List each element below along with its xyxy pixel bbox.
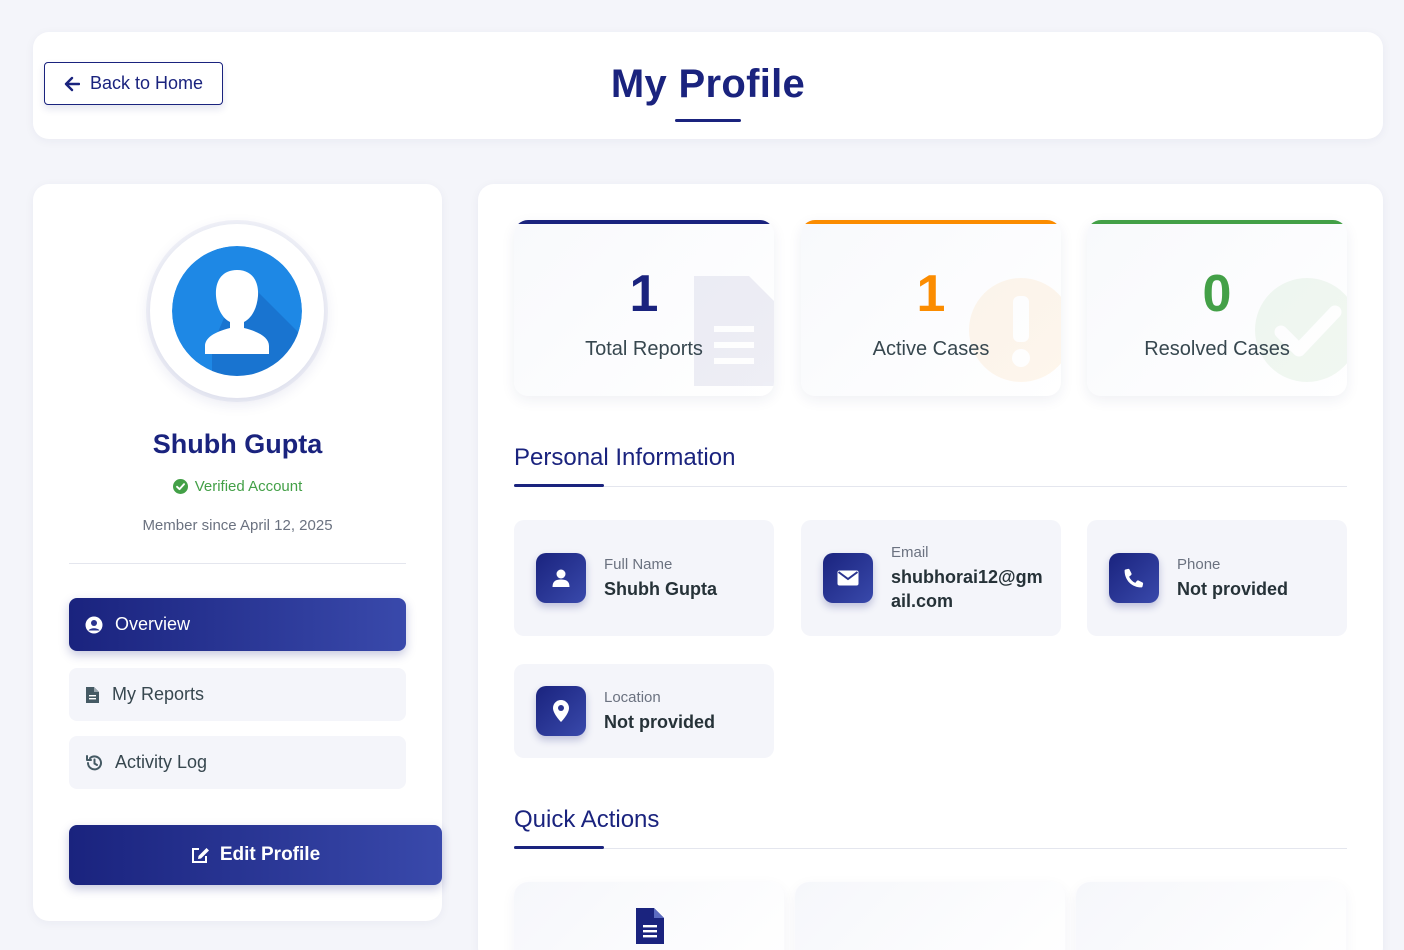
avatar [150,224,324,398]
profile-main-panel: 1 Total Reports 1 Active Cases 0 Resolve… [478,184,1383,950]
file-icon [636,908,664,944]
profile-sidebar: Shubh Gupta Verified Account Member sinc… [33,184,442,921]
field-value: Shubh Gupta [604,578,717,599]
field-value: shubhorai12@gmail.com [891,566,1043,611]
info-card-email: Email shubhorai12@gmail.com [801,520,1061,636]
info-card-full-name: Full Name Shubh Gupta [514,520,774,636]
user-circle-icon [85,616,103,633]
section-divider [514,486,1347,487]
sidebar-item-activity-log[interactable]: Activity Log [69,736,406,789]
stat-value: 1 [629,265,659,323]
stat-card-active-cases: 1 Active Cases [801,220,1061,396]
sidebar-item-label: Overview [115,614,191,634]
stat-card-resolved-cases: 0 Resolved Cases [1087,220,1347,396]
user-icon [536,553,586,603]
quick-actions-title: Quick Actions [514,806,660,833]
stat-label: Active Cases [872,338,990,360]
sidebar-divider [69,563,406,564]
field-label: Phone [1177,555,1221,573]
user-name: Shubh Gupta [152,429,323,459]
title-underline [675,119,741,122]
field-label: Location [604,688,661,706]
verified-badge: Verified Account [33,478,442,495]
personal-info-title: Personal Information [514,444,736,471]
field-label: Email [891,543,929,561]
field-value: Not provided [604,711,715,732]
verified-label: Verified Account [194,478,303,495]
info-card-phone: Phone Not provided [1087,520,1347,636]
edit-icon [191,847,209,863]
field-label: Full Name [604,555,673,573]
page-title: My Profile [610,62,806,106]
envelope-icon [823,553,873,603]
edit-profile-label: Edit Profile [219,844,321,865]
stat-value: 0 [1202,265,1232,323]
stat-value: 1 [916,265,946,323]
section-accent [514,846,604,849]
info-card-location: Location Not provided [514,664,774,758]
section-accent [514,484,604,487]
sidebar-item-my-reports[interactable]: My Reports [69,668,406,721]
user-avatar-icon [172,246,302,376]
stat-label: Total Reports [585,338,703,360]
stat-label: Resolved Cases [1144,338,1290,360]
edit-profile-button[interactable]: Edit Profile [69,825,442,885]
location-pin-icon [536,686,586,736]
sidebar-item-label: My Reports [112,684,205,704]
quick-action-card[interactable] [795,882,1065,950]
stat-card-total-reports: 1 Total Reports [514,220,774,396]
history-icon [86,754,102,770]
field-value: Not provided [1177,578,1288,599]
member-since: Member since April 12, 2025 [142,517,333,534]
quick-action-card[interactable] [1076,882,1346,950]
file-icon [86,686,99,703]
phone-icon [1109,553,1159,603]
header-card: Back to Home My Profile [33,32,1383,139]
check-circle-icon [172,479,188,494]
sidebar-item-label: Activity Log [115,752,208,772]
sidebar-item-overview[interactable]: Overview [69,598,406,651]
section-divider [514,848,1347,849]
quick-action-card[interactable] [514,882,784,950]
